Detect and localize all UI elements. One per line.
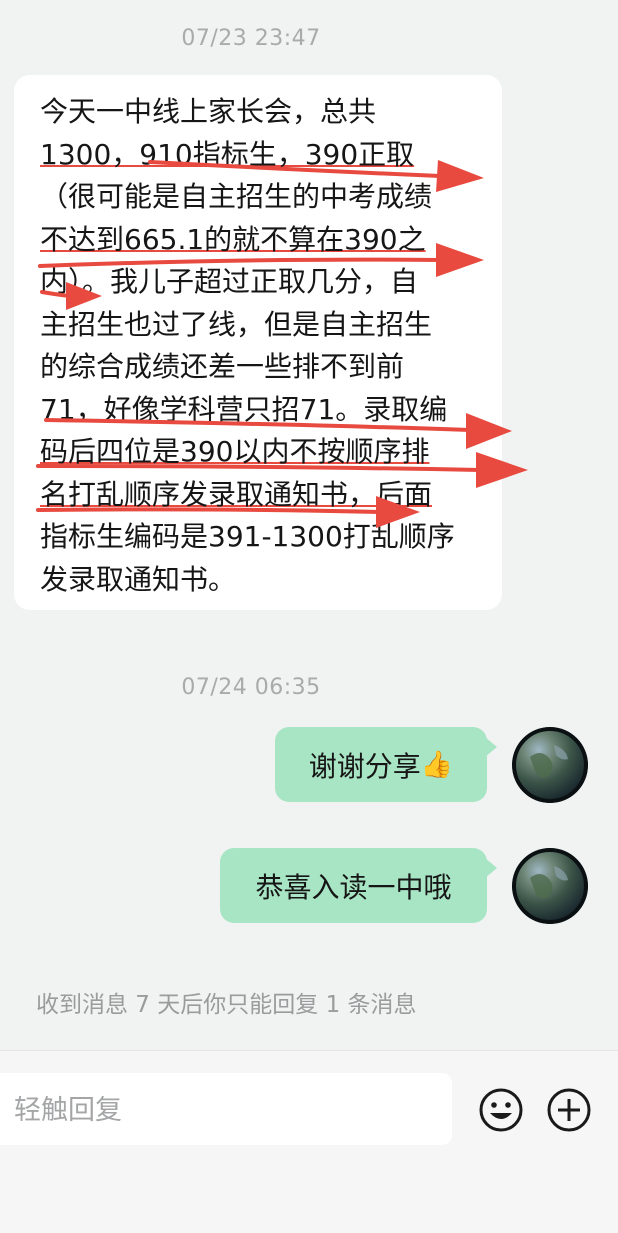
message-line: 指标生编码是391-1300打乱顺序	[40, 520, 455, 553]
message-line: 71，好像学科营只招71。录取编	[40, 392, 448, 426]
user-avatar[interactable]	[512, 727, 588, 803]
message-line: 内）。我儿子超过正取几分，自	[40, 265, 419, 298]
plus-circle-icon	[547, 1088, 591, 1132]
user-avatar[interactable]	[512, 848, 588, 924]
message-timestamp: 07/24 06:35	[181, 675, 321, 700]
incoming-message-text: 今天一中线上家长会，总共 1300，910指标生，390正取 （很可能是自主招生…	[40, 91, 510, 601]
message-line: 名打乱顺序发录取通知书，后面	[40, 477, 433, 511]
message-line: 的综合成绩还差一些排不到前	[40, 350, 405, 383]
reply-input[interactable]	[12, 1087, 436, 1133]
emoji-button[interactable]	[478, 1087, 524, 1133]
smiley-icon	[479, 1088, 523, 1132]
incoming-message-bubble[interactable]: 今天一中线上家长会，总共 1300，910指标生，390正取 （很可能是自主招生…	[14, 75, 502, 610]
outgoing-message-text: 谢谢分享	[308, 749, 421, 783]
reply-bar	[0, 1050, 618, 1233]
reply-limit-notice: 收到消息 7 天后你只能回复 1 条消息	[36, 992, 417, 1018]
message-line: 今天一中线上家长会，总共	[40, 95, 377, 128]
plus-button[interactable]	[546, 1087, 592, 1133]
reply-input-container[interactable]	[0, 1073, 452, 1145]
message-line: 发录取通知书。	[40, 562, 237, 596]
earth-avatar-icon	[512, 848, 588, 924]
outgoing-message-bubble[interactable]: 谢谢分享 👍	[275, 727, 497, 802]
message-timestamp: 07/23 23:47	[181, 26, 321, 51]
message-line: （很可能是自主招生的中考成绩	[40, 180, 433, 213]
message-line: 不达到665.1的就不算在390之	[40, 222, 426, 256]
message-line: 主招生也过了线，但是自主招生	[40, 307, 433, 341]
earth-avatar-icon	[512, 727, 588, 803]
outgoing-message-text: 恭喜入读一中哦	[255, 870, 452, 904]
outgoing-message-bubble[interactable]: 恭喜入读一中哦	[220, 848, 497, 923]
message-line: 1300，910指标生，390正取	[40, 137, 415, 171]
message-line: 码后四位是390以内不按顺序排	[40, 435, 430, 468]
thumbs-up-emoji: 👍	[420, 749, 454, 780]
